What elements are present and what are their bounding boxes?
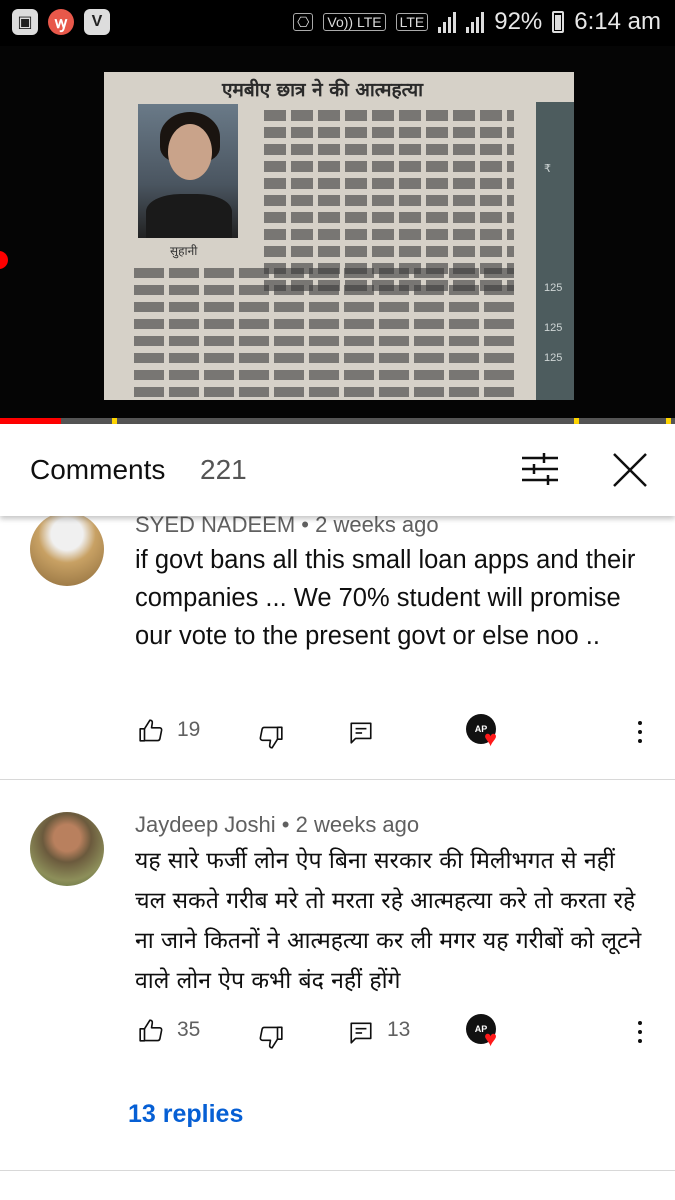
video-frame-newspaper: एमबीए छात्र ने की आत्महत्या सुहानी ₹ 125… (104, 72, 574, 400)
signal-icon-2 (466, 11, 485, 33)
system-status: ⎔ Vo)) LTE LTE 92% 6:14 am (293, 8, 661, 36)
reply-icon[interactable] (348, 720, 374, 746)
volte-icon: Vo)) LTE (323, 13, 386, 31)
comments-header: Comments 221 (0, 424, 675, 516)
comment: Jaydeep Joshi • 2 weeks ago यह सारे फर्ज… (0, 780, 675, 1172)
app-red-icon: ꝡ (48, 9, 74, 35)
lte-icon: LTE (395, 13, 429, 31)
comment-time: 2 weeks ago (295, 812, 420, 837)
avatar[interactable] (30, 512, 104, 586)
comments-count: 221 (200, 454, 247, 485)
dislike-icon[interactable] (258, 1024, 284, 1050)
close-icon[interactable] (610, 450, 650, 490)
signal-icon (438, 11, 457, 33)
notification-icons: ▣ ꝡ V (12, 9, 110, 35)
more-options-icon[interactable] (628, 718, 652, 752)
clock: 6:14 am (574, 8, 661, 35)
battery-percent: 92% (494, 8, 543, 35)
vidmate-icon: V (84, 9, 110, 35)
comment-actions: 19 AP ♥ (0, 714, 675, 754)
comment-author[interactable]: Jaydeep Joshi (135, 812, 276, 837)
newspaper-photo (138, 104, 238, 238)
scrubber-handle[interactable] (0, 251, 8, 269)
like-count: 35 (177, 1018, 201, 1041)
comment-meta: Jaydeep Joshi • 2 weeks ago (135, 812, 419, 838)
like-icon[interactable] (138, 1018, 164, 1044)
view-replies-link[interactable]: 13 replies (128, 1100, 243, 1129)
avatar[interactable] (30, 812, 104, 886)
comment: SYED NADEEM • 2 weeks ago if govt bans a… (0, 512, 675, 780)
nfc-icon: ⎔ (293, 13, 314, 31)
newspaper-headline: एमबीए छात्र ने की आत्महत्या (222, 79, 424, 101)
sort-icon[interactable] (520, 452, 560, 486)
reply-icon[interactable] (348, 1020, 374, 1046)
more-options-icon[interactable] (628, 1018, 652, 1052)
creator-heart-icon: AP ♥ (466, 714, 508, 756)
comment-actions: 35 13 AP ♥ (0, 1014, 675, 1054)
comment-text: if govt bans all this small loan apps an… (135, 546, 636, 650)
divider (0, 1170, 675, 1171)
status-bar: ▣ ꝡ V ⎔ Vo)) LTE LTE 92% 6:14 am (0, 0, 675, 46)
gallery-icon: ▣ (12, 9, 38, 35)
newspaper-side-column: ₹ 125 125 125 (536, 102, 574, 400)
comments-title: Comments (30, 454, 166, 485)
dislike-icon[interactable] (258, 724, 284, 750)
battery-icon (552, 11, 565, 33)
photo-caption: सुहानी (170, 244, 198, 258)
like-count: 19 (177, 718, 201, 741)
creator-heart-icon: AP ♥ (466, 1014, 508, 1056)
like-icon[interactable] (138, 718, 164, 744)
meta-separator: • (281, 812, 296, 837)
reply-count: 13 (387, 1018, 411, 1041)
video-player[interactable]: एमबीए छात्र ने की आत्महत्या सुहानी ₹ 125… (0, 46, 675, 424)
comment-text: यह सारे फर्जी लोन ऐप बिना सरकार की मिलीभ… (135, 848, 642, 994)
article-text-block-2 (134, 268, 514, 400)
